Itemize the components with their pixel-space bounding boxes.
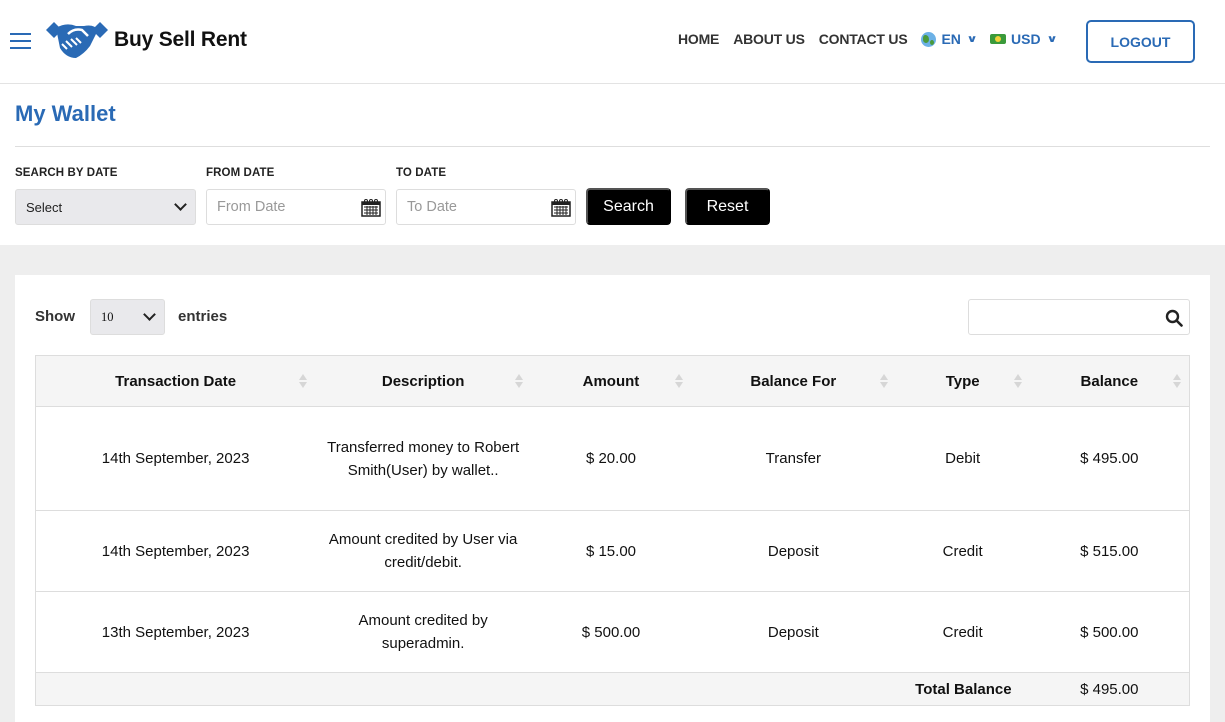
table-search-input[interactable]: [968, 299, 1190, 335]
cell-type: Credit: [895, 510, 1030, 592]
currency-dropdown[interactable]: USD ∨: [990, 31, 1058, 47]
table-row: 14th September, 2023 Transferred money t…: [35, 406, 1190, 511]
column-header-description[interactable]: Description: [315, 355, 532, 407]
table-header-row: Transaction Date Description Amount Bala…: [35, 355, 1190, 407]
table-row: 13th September, 2023 Amount credited by …: [35, 591, 1190, 673]
entries-value: 10: [101, 309, 114, 324]
nav-home[interactable]: HOME: [678, 31, 719, 47]
cell-type: Debit: [895, 406, 1030, 511]
sort-icon: [299, 374, 308, 390]
transactions-table: Transaction Date Description Amount Bala…: [35, 355, 1190, 706]
cell-type: Credit: [895, 591, 1030, 673]
handshake-icon: [46, 22, 108, 58]
total-balance-value: $ 495.00: [1029, 672, 1190, 706]
sort-icon: [515, 374, 524, 390]
cell-amount: $ 20.00: [531, 406, 691, 511]
currency-value: USD: [1011, 31, 1041, 47]
column-header-type[interactable]: Type: [895, 355, 1030, 407]
column-header-balance[interactable]: Balance: [1029, 355, 1190, 407]
cell-description: Transferred money to Robert Smith(User) …: [315, 406, 532, 511]
to-date-placeholder: To Date: [407, 199, 457, 215]
top-header: Buy Sell Rent HOME ABOUT US CONTACT US E…: [0, 0, 1225, 84]
from-date-placeholder: From Date: [217, 199, 286, 215]
sort-icon: [879, 374, 888, 390]
cell-balance: $ 495.00: [1029, 406, 1190, 511]
to-date-input[interactable]: To Date: [396, 189, 576, 225]
cell-balance: $ 515.00: [1029, 510, 1190, 592]
cell-date: 13th September, 2023: [35, 591, 316, 673]
calendar-icon[interactable]: [361, 198, 381, 217]
language-value: EN: [941, 31, 961, 47]
page-title: My Wallet: [15, 101, 116, 126]
title-divider: [15, 146, 1210, 147]
to-date-label: TO DATE: [396, 167, 447, 179]
from-date-input[interactable]: From Date: [206, 189, 386, 225]
search-button[interactable]: Search: [586, 188, 671, 225]
entries-per-page-select[interactable]: 10: [90, 299, 165, 335]
from-date-label: FROM DATE: [206, 167, 275, 179]
calendar-icon[interactable]: [551, 198, 571, 217]
table-row: 14th September, 2023 Amount credited by …: [35, 510, 1190, 592]
sort-icon: [1013, 374, 1022, 390]
total-balance-label: Total Balance: [35, 672, 1030, 706]
show-label: Show: [35, 308, 75, 325]
globe-icon: [921, 31, 937, 47]
search-by-date-select[interactable]: Select: [15, 189, 196, 225]
sort-icon: [1173, 374, 1181, 390]
column-header-balance-for[interactable]: Balance For: [690, 355, 896, 407]
reset-button[interactable]: Reset: [685, 188, 770, 225]
cell-amount: $ 15.00: [531, 510, 691, 592]
cell-date: 14th September, 2023: [35, 510, 316, 592]
brand-name: Buy Sell Rent: [114, 28, 247, 51]
nav-contact-us[interactable]: CONTACT US: [819, 31, 908, 47]
nav-about-us[interactable]: ABOUT US: [733, 31, 805, 47]
cell-description: Amount credited by User via credit/debit…: [315, 510, 532, 592]
entries-label: entries: [178, 308, 228, 325]
chevron-down-icon: [143, 308, 156, 321]
search-by-date-label: SEARCH BY DATE: [15, 167, 118, 179]
search-by-date-value: Select: [26, 199, 63, 215]
cell-balance-for: Deposit: [690, 510, 896, 592]
sort-icon: [674, 374, 683, 390]
cell-balance-for: Transfer: [690, 406, 896, 511]
chevron-down-icon: ∨: [1045, 33, 1058, 45]
main-nav: HOME ABOUT US CONTACT US EN ∨ USD ∨: [678, 31, 1070, 47]
search-icon[interactable]: [1165, 309, 1183, 327]
column-header-amount[interactable]: Amount: [531, 355, 691, 407]
language-dropdown[interactable]: EN ∨: [921, 31, 978, 47]
cell-description: Amount credited by superadmin.: [315, 591, 532, 673]
cell-date: 14th September, 2023: [35, 406, 316, 511]
hamburger-menu-icon[interactable]: [10, 33, 31, 50]
logout-button[interactable]: LOGOUT: [1086, 20, 1195, 63]
column-header-transaction-date[interactable]: Transaction Date: [35, 355, 316, 407]
cell-balance-for: Deposit: [690, 591, 896, 673]
cell-balance: $ 500.00: [1029, 591, 1190, 673]
table-total-row: Total Balance $ 495.00: [35, 672, 1190, 706]
brand-logo[interactable]: Buy Sell Rent: [44, 18, 247, 62]
money-icon: [990, 34, 1007, 44]
chevron-down-icon: [174, 198, 187, 211]
cell-amount: $ 500.00: [531, 591, 691, 673]
chevron-down-icon: ∨: [966, 33, 978, 45]
